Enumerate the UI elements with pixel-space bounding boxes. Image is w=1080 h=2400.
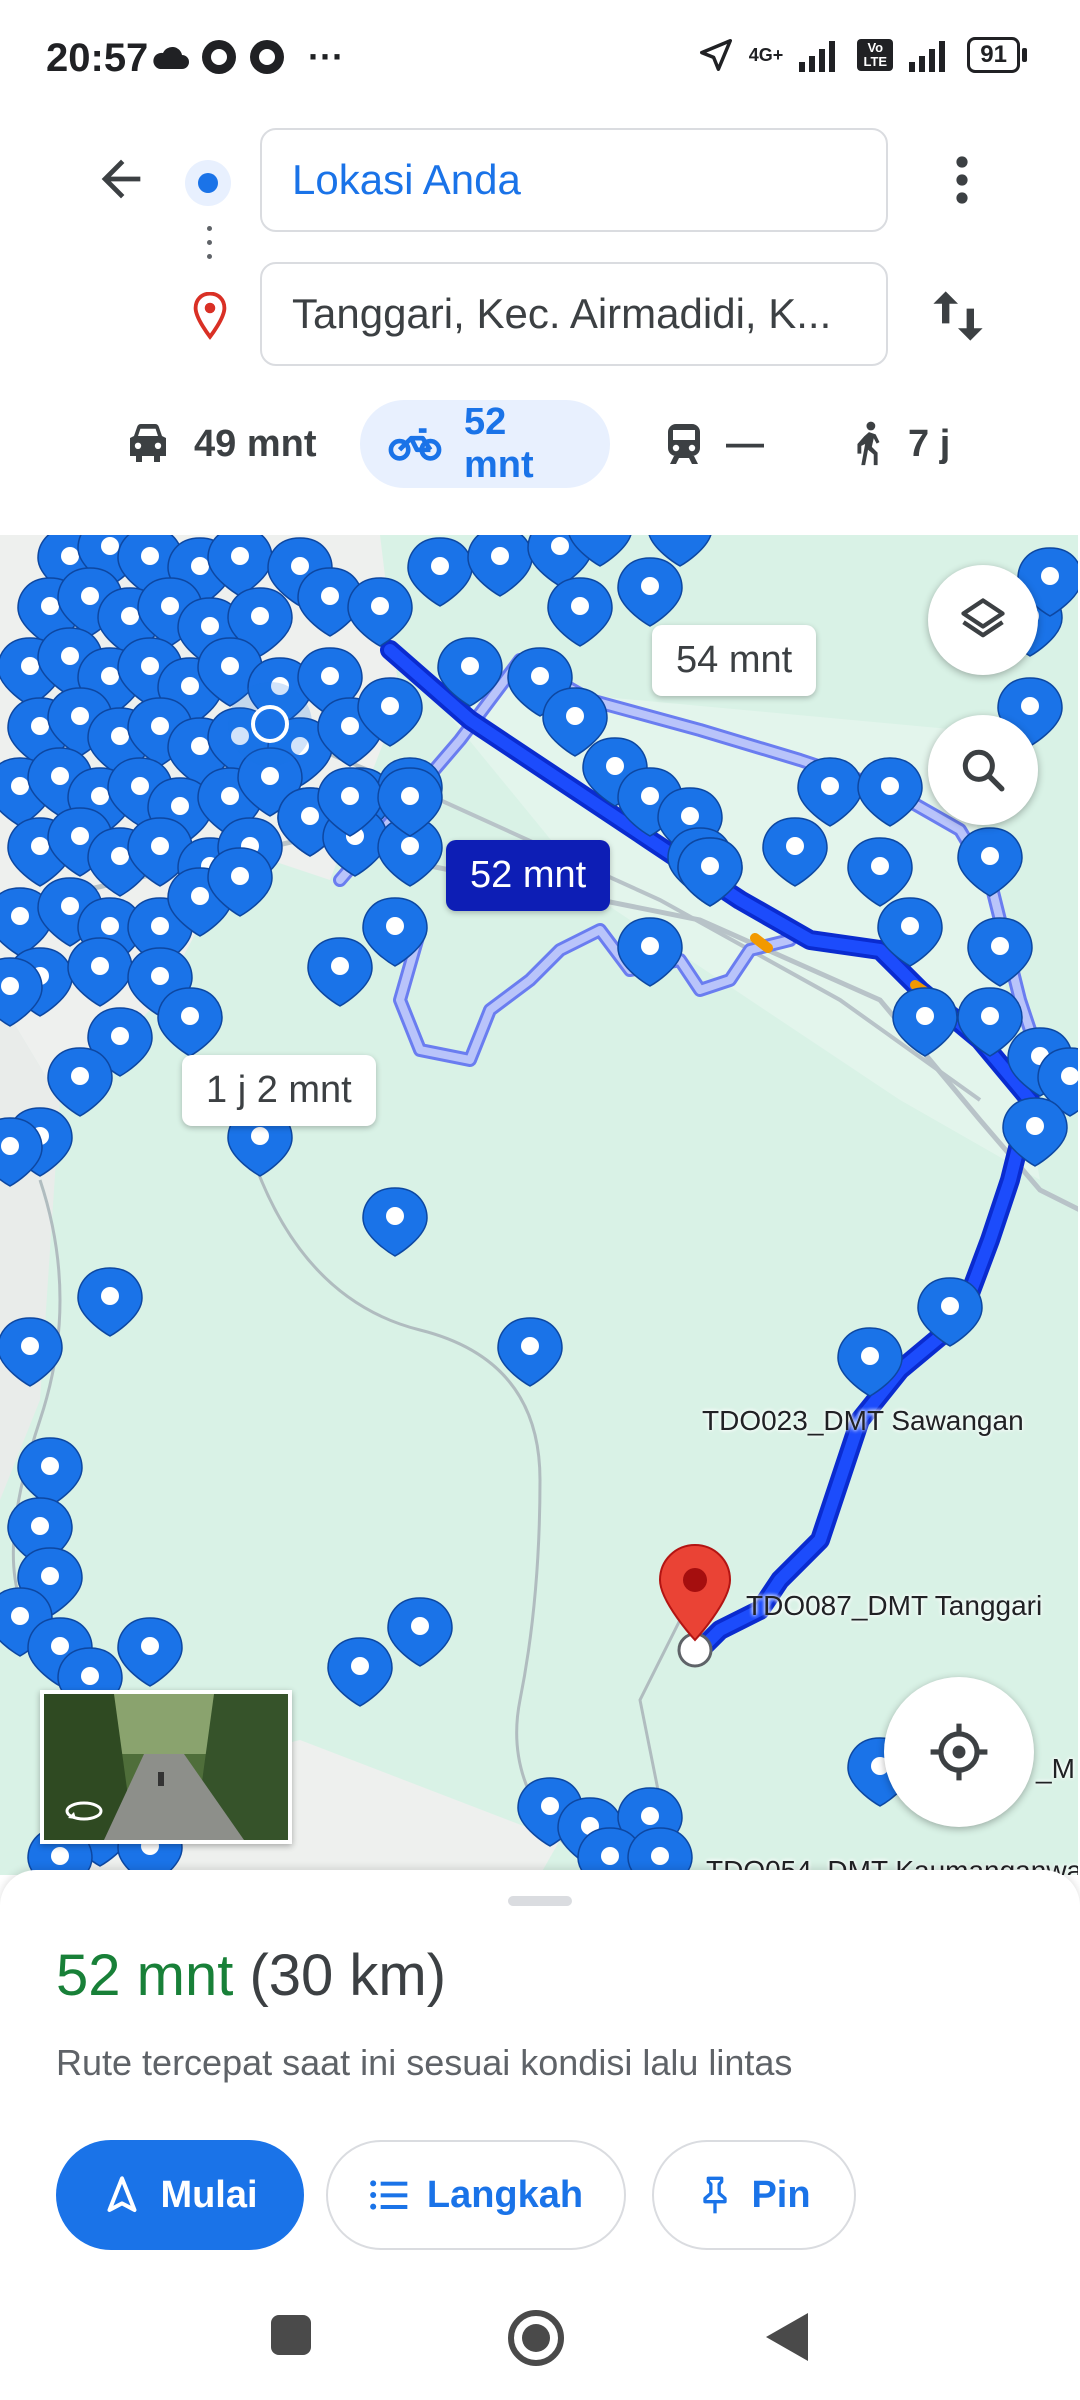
back-button[interactable] [92,150,150,208]
app-notification-icon-2 [250,40,284,74]
recent-apps-button[interactable] [268,2312,314,2358]
place-label-sawangan: TDO023_DMT Sawangan [702,1405,1024,1436]
swap-button[interactable] [928,284,988,348]
route-duration: 52 mnt [56,1943,234,2008]
pin-button[interactable]: Pin [652,2140,856,2250]
back-nav-button[interactable] [762,2310,812,2364]
layers-button[interactable] [928,565,1038,675]
tab-transit-label: — [726,422,764,465]
steps-button[interactable]: Langkah [326,2140,626,2250]
travel-mode-tabs: 49 mnt 52 mnt — 7 j [0,400,1080,492]
search-along-route-button[interactable] [928,715,1038,825]
route-label-alt-54[interactable]: 54 mnt [652,625,817,696]
signal-icon-2 [909,41,946,72]
my-location-button[interactable] [884,1677,1034,1827]
tab-motorcycle[interactable]: 52 mnt [360,400,610,488]
route-connector [207,226,213,276]
destination-pin-icon [193,292,227,340]
tab-car-label: 49 mnt [194,422,317,465]
walk-icon [857,421,880,466]
car-icon [130,424,166,462]
pin-icon [703,2176,728,2214]
network-type: 4G+ [748,44,784,65]
route-distance: (30 km) [249,1943,447,2008]
origin-input[interactable]: Lokasi Anda [260,128,888,232]
train-icon [668,424,700,464]
volte-badge: Vo LTE [857,39,894,71]
cloud-icon [153,46,189,69]
app-notification-icon [202,40,236,74]
sheet-drag-handle[interactable] [508,1896,572,1906]
more-notifications-icon: ··· [308,36,344,77]
place-label-partial-right: _M [1036,1753,1075,1784]
route-label-selected[interactable]: 52 mnt [446,840,611,911]
origin-dot-icon [185,160,231,206]
tab-transit[interactable]: — [664,400,764,488]
navigation-arrow-icon [107,2176,137,2212]
start-button-label: Mulai [160,2173,258,2216]
tab-motorcycle-label: 52 mnt [463,401,534,486]
tab-walk-label: 7 j [908,422,951,465]
route-summary: 52 mnt (30 km) [56,1942,446,2009]
start-button[interactable]: Mulai [56,2140,304,2250]
search-icon [962,749,1005,792]
status-bar: 20:57 ··· 4G+ Vo LTE 91 [0,0,1080,120]
my-location-icon [930,1723,988,1781]
route-description: Rute tercepat saat ini sesuai kondisi la… [56,2042,793,2083]
rotate-360-icon [65,1801,103,1821]
system-nav-bar [0,2280,1080,2400]
swap-vert-icon [933,291,983,341]
route-label-alt-1j2[interactable]: 1 j 2 mnt [182,1055,376,1126]
signal-icon [799,41,836,72]
tab-car[interactable]: 49 mnt [124,400,316,488]
location-arrow-icon [699,39,732,71]
steps-button-label: Langkah [426,2173,584,2216]
more-options-button[interactable] [942,150,982,210]
street-view-thumbnail[interactable] [40,1690,292,1844]
more-vert-icon [956,156,968,204]
list-icon [370,2180,408,2210]
home-button[interactable] [506,2308,566,2368]
layers-icon [961,598,1005,638]
tab-walk[interactable]: 7 j [850,400,950,488]
place-label-tanggari: TDO087_DMT Tanggari [746,1590,1043,1621]
arrow-back-icon [101,159,141,199]
map-canvas [0,535,1080,1875]
motorcycle-icon [388,428,442,461]
map-view[interactable]: 54 mnt 52 mnt 1 j 2 mnt TDO023_DMT Sawan… [0,535,1080,1875]
battery-indicator: 91 [967,37,1027,73]
pin-button-label: Pin [751,2173,811,2216]
destination-input[interactable]: Tanggari, Kec. Airmadidi, K... [260,262,888,366]
status-time: 20:57 [46,36,149,80]
